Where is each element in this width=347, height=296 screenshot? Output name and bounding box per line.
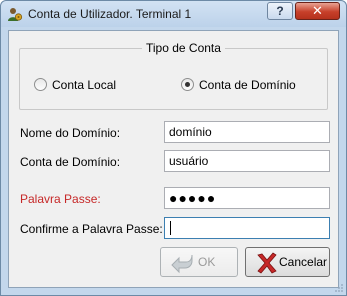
- password-value: ●●●●●: [169, 190, 217, 206]
- cancel-x-icon: [257, 252, 277, 274]
- cancel-button[interactable]: Cancelar: [245, 247, 330, 277]
- dialog-content: Tipo de Conta Conta Local Conta de Domín…: [8, 30, 339, 288]
- password-label: Palavra Passe:: [20, 192, 101, 206]
- ok-button[interactable]: OK: [160, 247, 238, 277]
- confirm-password-label: Confirme a Palavra Passe:: [20, 222, 163, 236]
- text-caret: [170, 221, 171, 235]
- arrow-left-icon: [171, 254, 193, 274]
- resize-grip-icon[interactable]: [334, 283, 344, 293]
- radio-local-indicator[interactable]: [34, 78, 47, 91]
- window-title: Conta de Utilizador. Terminal 1: [28, 7, 192, 21]
- confirm-password-input[interactable]: [164, 217, 330, 239]
- domain-account-input[interactable]: usuário: [164, 150, 330, 172]
- radio-domain-indicator[interactable]: [181, 78, 194, 91]
- help-button[interactable]: ?: [267, 2, 293, 20]
- domain-name-label: Nome do Domínio:: [20, 126, 121, 140]
- domain-account-value: usuário: [169, 154, 209, 168]
- account-type-group: Tipo de Conta Conta Local Conta de Domín…: [19, 41, 328, 110]
- close-icon: ✕: [312, 3, 323, 18]
- dialog-window: Conta de Utilizador. Terminal 1 ? ✕ Tipo…: [0, 0, 347, 296]
- radio-local-label[interactable]: Conta Local: [52, 77, 116, 93]
- title-bar[interactable]: Conta de Utilizador. Terminal 1 ? ✕: [1, 1, 346, 27]
- domain-name-value: domínio: [169, 125, 212, 139]
- radio-domain-label[interactable]: Conta de Domínio: [199, 77, 296, 93]
- close-button[interactable]: ✕: [295, 2, 340, 20]
- domain-account-label: Conta de Domínio:: [20, 155, 121, 169]
- domain-name-input[interactable]: domínio: [164, 121, 330, 143]
- account-type-title: Tipo de Conta: [142, 41, 225, 55]
- app-icon: [8, 8, 23, 21]
- ok-button-label: OK: [198, 255, 216, 269]
- password-input[interactable]: ●●●●●: [164, 187, 330, 209]
- cancel-button-label: Cancelar: [279, 255, 328, 269]
